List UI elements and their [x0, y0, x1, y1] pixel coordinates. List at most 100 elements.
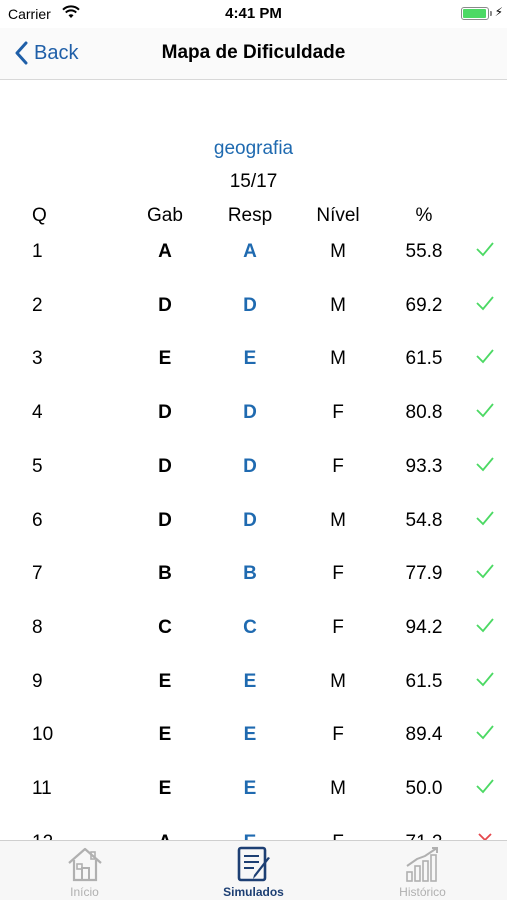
user-answer: E [212, 832, 288, 840]
table-row: 9 E E M 61.5 [0, 663, 507, 703]
home-icon [67, 847, 102, 882]
correct-percentage: 69.2 [405, 294, 443, 316]
correct-check-icon [470, 402, 500, 424]
correct-percentage: 61.5 [405, 670, 443, 692]
subject-title: geografia [213, 138, 294, 159]
results-table[interactable]: 1 A A M 55.8 2 D D M 69.2 3 E E M 61.5 4 D D F 80.8 5 D D F 93.3… [0, 233, 507, 840]
question-number: 1 [32, 241, 43, 262]
tab-historico-label: Histórico [399, 885, 446, 899]
table-row: 5 D D F 93.3 [0, 448, 507, 488]
tab-inicio[interactable]: Início [0, 841, 169, 900]
difficulty-level: F [300, 832, 376, 840]
question-number: 2 [32, 294, 43, 316]
table-row: 2 D D M 69.2 [0, 287, 507, 327]
answer-key: A [130, 832, 200, 840]
status-time: 4:41 PM [225, 5, 282, 22]
column-header-nivel: Nível [316, 205, 360, 226]
question-number: 10 [32, 724, 54, 746]
charging-bolt-icon: ⚡ [494, 5, 503, 19]
correct-percentage: 77.9 [405, 563, 443, 585]
difficulty-level: F [332, 616, 344, 638]
correct-percentage: 80.8 [405, 402, 443, 424]
correct-check-icon [470, 348, 500, 370]
user-answer: D [243, 402, 257, 424]
table-row: 1 A A M 55.8 [0, 233, 507, 273]
answer-key: B [158, 563, 172, 585]
correct-percentage: 55.8 [405, 241, 443, 262]
score-label: 15/17 [229, 171, 278, 192]
correct-percentage: 54.8 [405, 509, 443, 531]
user-answer: B [243, 563, 257, 585]
table-row: 10 E E F 89.4 [0, 716, 507, 756]
correct-check-icon [470, 295, 500, 317]
correct-percentage: 93.3 [405, 455, 443, 477]
table-row: 4 D D F 80.8 [0, 394, 507, 434]
battery-icon [461, 7, 492, 20]
status-bar: Carrier 4:41 PM ⚡ [0, 0, 507, 28]
answer-key: E [158, 778, 172, 799]
question-number: 7 [32, 563, 43, 585]
user-answer: E [243, 670, 257, 692]
user-answer: D [243, 509, 257, 531]
user-answer: E [243, 348, 257, 370]
correct-percentage: 94.2 [405, 616, 443, 638]
page-title: Mapa de Dificuldade [161, 42, 346, 63]
correct-check-icon [470, 778, 500, 800]
difficulty-level: F [332, 402, 344, 424]
answer-key: E [158, 348, 172, 370]
difficulty-level: M [330, 348, 346, 370]
tab-inicio-label: Início [70, 885, 99, 899]
user-answer: E [243, 724, 257, 746]
wrong-cross-icon [470, 832, 500, 840]
difficulty-level: M [330, 778, 346, 799]
column-header-resp: Resp [227, 205, 273, 226]
answer-key: D [158, 402, 172, 424]
answer-key: C [158, 616, 172, 638]
table-row: 11 E E M 50.0 [0, 770, 507, 810]
correct-check-icon [470, 617, 500, 639]
table-row: 6 D D M 54.8 [0, 502, 507, 542]
tab-simulados[interactable]: Simulados [169, 841, 338, 900]
user-answer: D [243, 294, 257, 316]
table-row: 12 A E F 71.2 [0, 824, 507, 840]
correct-check-icon [470, 510, 500, 532]
question-number: 3 [32, 348, 43, 370]
difficulty-level: F [332, 724, 344, 746]
correct-percentage: 71.2 [388, 832, 460, 840]
answer-key: D [158, 509, 172, 531]
answer-key: D [158, 294, 172, 316]
answer-key: A [158, 241, 172, 262]
column-header-q: Q [32, 205, 47, 226]
question-number: 9 [32, 670, 43, 692]
question-number: 11 [32, 778, 52, 799]
tab-simulados-label: Simulados [223, 885, 284, 899]
correct-check-icon [470, 456, 500, 478]
table-row: 8 C C F 94.2 [0, 609, 507, 649]
question-number: 12 [22, 832, 62, 840]
difficulty-level: F [332, 563, 344, 585]
battery-fill [463, 9, 486, 18]
table-header: Q Gab Resp Nível % [0, 205, 507, 229]
difficulty-level: M [330, 509, 346, 531]
question-number: 5 [32, 455, 43, 477]
difficulty-level: M [330, 241, 346, 262]
correct-check-icon [470, 671, 500, 693]
user-answer: D [243, 455, 257, 477]
exam-edit-icon [237, 846, 270, 882]
answer-key: D [158, 455, 172, 477]
correct-percentage: 89.4 [405, 724, 443, 746]
question-number: 6 [32, 509, 43, 531]
user-answer: E [243, 778, 257, 799]
table-row: 7 B B F 77.9 [0, 555, 507, 595]
tab-historico[interactable]: Histórico [338, 841, 507, 900]
correct-check-icon [470, 563, 500, 585]
correct-check-icon [470, 241, 500, 263]
user-answer: C [243, 616, 257, 638]
question-number: 4 [32, 402, 43, 424]
column-header-pct: % [415, 205, 433, 226]
difficulty-level: M [330, 670, 346, 692]
answer-key: E [158, 670, 172, 692]
correct-percentage: 50.0 [405, 778, 443, 799]
history-chart-icon [405, 847, 438, 882]
difficulty-level: M [330, 294, 346, 316]
